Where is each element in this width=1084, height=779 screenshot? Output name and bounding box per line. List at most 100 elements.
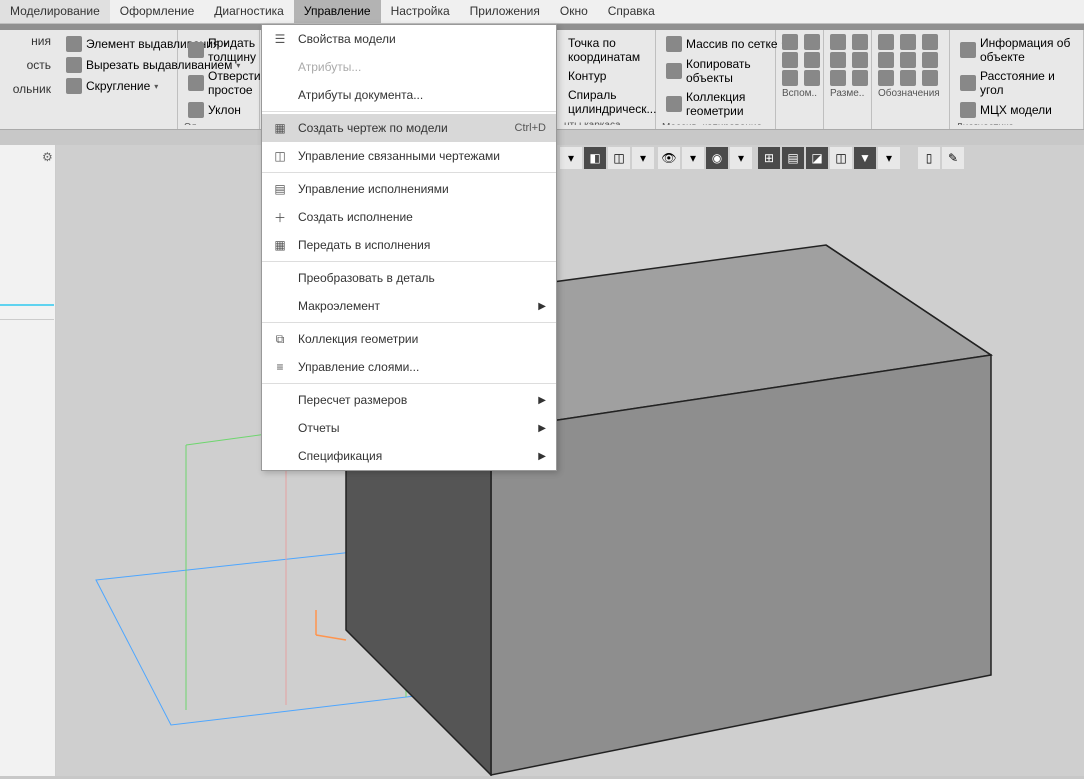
copy-objects-button[interactable]: Копировать объекты [662, 55, 769, 87]
tool-icon-d[interactable]: ◫ [830, 147, 852, 169]
view-toolbar-4: ▯ ✎ [918, 146, 964, 170]
not-icon-7[interactable] [878, 70, 894, 86]
thickness-button[interactable]: Придать толщину [184, 34, 253, 66]
menu-settings[interactable]: Настройка [381, 0, 460, 23]
menu-manage-variants[interactable]: ▤ Управление исполнениями [262, 175, 556, 203]
aux-icon-2[interactable] [804, 34, 820, 50]
extrude-button[interactable]: Элемент выдавливания▾ [62, 34, 171, 54]
grid-array-button[interactable]: Массив по сетке▾ [662, 34, 769, 54]
collection-button[interactable]: Коллекция геометрии [662, 88, 769, 120]
ribbon-group-diag: Информация об объекте Расстояние и угол … [950, 30, 1084, 129]
aux-icon-4[interactable] [804, 52, 820, 68]
menu-modeling[interactable]: Моделирование [0, 0, 110, 23]
dim-icon-5[interactable] [830, 70, 846, 86]
distance-button[interactable]: Расстояние и угол [956, 67, 1077, 99]
view-toolbar-3: ⊞ ▤ ◪ ◫ ▼ ▾ [758, 146, 900, 170]
not-icon-1[interactable] [878, 34, 894, 50]
not-icon-5[interactable] [900, 52, 916, 68]
menu-recalc-dims[interactable]: Пересчет размеров ▶ [262, 386, 556, 414]
menu-layers[interactable]: ≡ Управление слоями... [262, 353, 556, 381]
draft-icon [188, 102, 204, 118]
layers-icon: ≡ [272, 359, 288, 375]
tool-dropdown-2[interactable]: ▾ [632, 147, 654, 169]
dim-icon-1[interactable] [830, 34, 846, 50]
not-icon-3[interactable] [922, 34, 938, 50]
dim-icon-2[interactable] [852, 34, 868, 50]
menu-convert-part[interactable]: Преобразовать в деталь [262, 264, 556, 292]
menu-attributes: Атрибуты... [262, 53, 556, 81]
menu-model-properties[interactable]: ☰ Свойства модели [262, 25, 556, 53]
linked-icon: ◫ [272, 148, 288, 164]
menu-window[interactable]: Окно [550, 0, 598, 23]
tool-dropdown-3[interactable]: ▾ [682, 147, 704, 169]
mass-button[interactable]: МЦХ модели [956, 100, 1077, 120]
submenu-arrow-icon: ▶ [538, 451, 546, 462]
filter-icon[interactable]: ▼ [854, 147, 876, 169]
visibility-icon[interactable]: 👁 [658, 147, 680, 169]
cube-view-icon[interactable]: ◧ [584, 147, 606, 169]
menu-applications[interactable]: Приложения [460, 0, 550, 23]
tool-icon-a[interactable]: ⊞ [758, 147, 780, 169]
tool-icon-b[interactable]: ▤ [782, 147, 804, 169]
menu-transfer-variant[interactable]: ▦ Передать в исполнения [262, 231, 556, 259]
point-coords-button[interactable]: Точка по координатам [564, 34, 649, 66]
ribbon-group-notations: Обозначения [872, 30, 950, 129]
ribbon-group-dims: Разме... [824, 30, 872, 129]
menu-geometry-collection[interactable]: ⧉ Коллекция геометрии [262, 325, 556, 353]
dim-icon-6[interactable] [852, 70, 868, 86]
tool-icon-c[interactable]: ◪ [806, 147, 828, 169]
extrude-icon [66, 36, 82, 52]
not-icon-9[interactable] [922, 70, 938, 86]
menu-linked-drawings[interactable]: ◫ Управление связанными чертежами [262, 142, 556, 170]
dim-icon-3[interactable] [830, 52, 846, 68]
fillet-button[interactable]: Скругление▾ [62, 76, 171, 96]
info-button[interactable]: Информация об объекте [956, 34, 1077, 66]
camera-icon[interactable]: ◉ [706, 147, 728, 169]
hole-button[interactable]: Отверстие простое [184, 67, 253, 99]
aux-icon-1[interactable] [782, 34, 798, 50]
aux-icon-5[interactable] [782, 70, 798, 86]
not-icon-8[interactable] [900, 70, 916, 86]
view-toolbar-1: ▾ ◧ ◫ ▾ [560, 146, 654, 170]
not-icon-6[interactable] [922, 52, 938, 68]
hole-icon [188, 75, 204, 91]
measure-icon[interactable]: ▯ [918, 147, 940, 169]
3d-viewport[interactable] [56, 145, 1084, 776]
mass-icon [960, 102, 976, 118]
variants-icon: ▤ [272, 181, 288, 197]
not-icon-4[interactable] [878, 52, 894, 68]
menu-design[interactable]: Оформление [110, 0, 204, 23]
not-icon-2[interactable] [900, 34, 916, 50]
draft-button[interactable]: Уклон [184, 100, 253, 120]
submenu-arrow-icon: ▶ [538, 423, 546, 434]
spiral-button[interactable]: Спираль цилиндрическ... [564, 86, 649, 118]
dim-icon-4[interactable] [852, 52, 868, 68]
aux-icon-3[interactable] [782, 52, 798, 68]
copy-icon [666, 63, 682, 79]
menu-macroelement[interactable]: Макроэлемент ▶ [262, 292, 556, 320]
tool-dropdown-4[interactable]: ▾ [730, 147, 752, 169]
eyedropper-icon[interactable]: ✎ [942, 147, 964, 169]
gear-icon[interactable]: ⚙ [42, 150, 52, 164]
menu-doc-attributes[interactable]: Атрибуты документа... [262, 81, 556, 109]
menu-reports[interactable]: Отчеты ▶ [262, 414, 556, 442]
ribbon-left-stub: ния ость ольник [0, 32, 55, 98]
menu-help[interactable]: Справка [598, 0, 665, 23]
panel-tab[interactable] [0, 304, 54, 320]
transfer-icon: ▦ [272, 237, 288, 253]
cube-wireframe-icon[interactable]: ◫ [608, 147, 630, 169]
contour-button[interactable]: Контур [564, 67, 649, 85]
menu-create-variant[interactable]: ＋ Создать исполнение [262, 203, 556, 231]
side-panel [0, 145, 56, 776]
info-icon [960, 42, 976, 58]
cut-extrude-button[interactable]: Вырезать выдавливанием▾ [62, 55, 171, 75]
ribbon-group-array: Массив по сетке▾ Копировать объекты Колл… [656, 30, 776, 129]
tool-dropdown-5[interactable]: ▾ [878, 147, 900, 169]
tool-dropdown-1[interactable]: ▾ [560, 147, 582, 169]
fillet-icon [66, 78, 82, 94]
menu-management[interactable]: Управление [294, 0, 381, 23]
menu-diagnostics[interactable]: Диагностика [204, 0, 294, 23]
menu-create-drawing[interactable]: ▦ Создать чертеж по модели Ctrl+D [262, 114, 556, 142]
menu-specification[interactable]: Спецификация ▶ [262, 442, 556, 470]
aux-icon-6[interactable] [804, 70, 820, 86]
